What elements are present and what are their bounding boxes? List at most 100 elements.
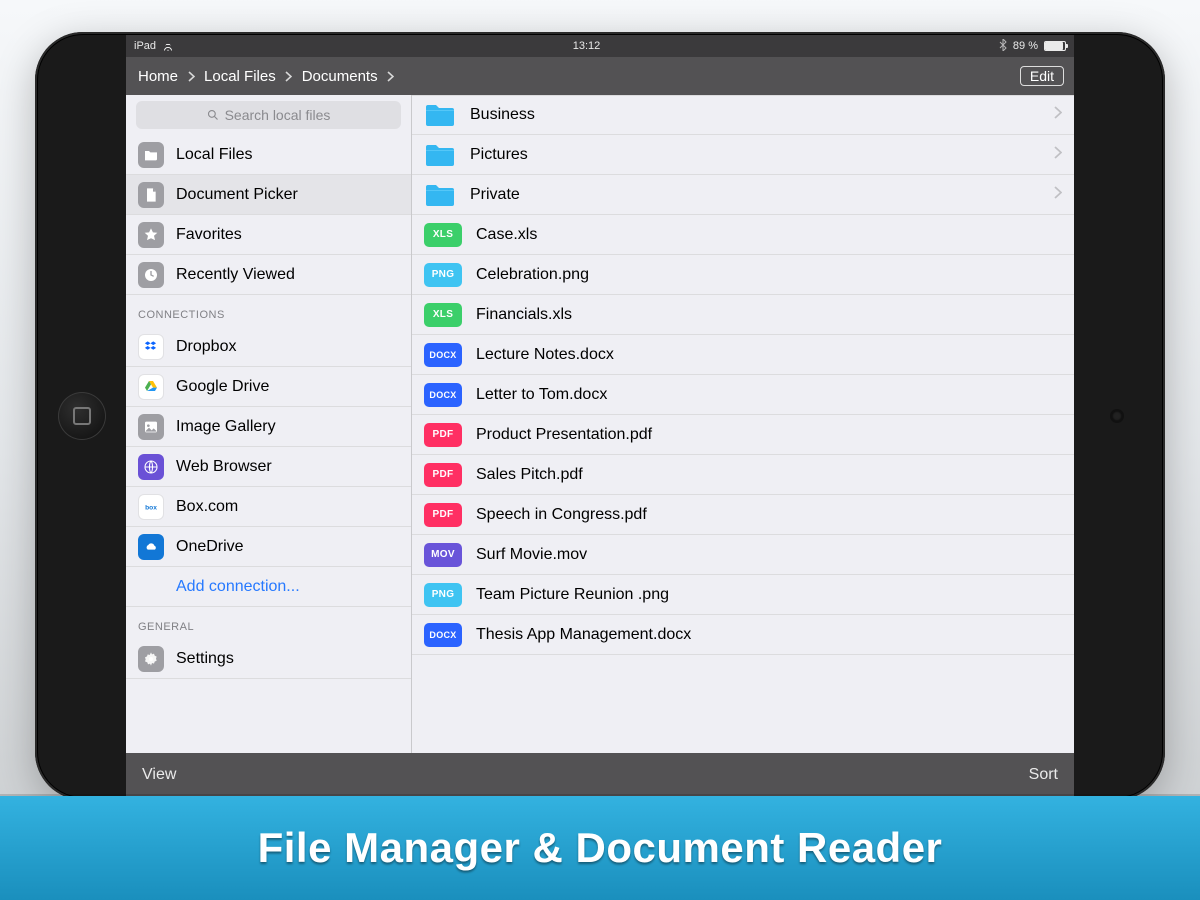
- file-row[interactable]: DOCX Letter to Tom.docx: [412, 375, 1074, 415]
- app-screen: iPad 13:12 89 % Home Local Files: [126, 35, 1074, 797]
- pdf-badge: PDF: [424, 503, 462, 527]
- file-row[interactable]: PDF Product Presentation.pdf: [412, 415, 1074, 455]
- file-name: Business: [470, 106, 535, 124]
- sort-button[interactable]: Sort: [1029, 766, 1058, 784]
- clock-icon: [138, 262, 164, 288]
- chevron-right-icon: [184, 69, 198, 83]
- view-button[interactable]: View: [142, 766, 176, 784]
- sidebar-item-settings[interactable]: Settings: [126, 639, 411, 679]
- pdf-badge: PDF: [424, 463, 462, 487]
- sidebar-item-recently-viewed[interactable]: Recently Viewed: [126, 255, 411, 295]
- sidebar-section-connections: CONNECTIONS: [126, 295, 411, 327]
- search-icon: [207, 109, 219, 121]
- spacer-icon: [138, 574, 164, 600]
- file-name: Surf Movie.mov: [476, 546, 587, 564]
- file-row[interactable]: Private: [412, 175, 1074, 215]
- sidebar-item-label: OneDrive: [176, 538, 244, 556]
- svg-text:box: box: [145, 504, 157, 511]
- sidebar-item-label: Box.com: [176, 498, 238, 516]
- onedrive-icon: [138, 534, 164, 560]
- promo-banner: File Manager & Document Reader: [0, 796, 1200, 900]
- file-name: Thesis App Management.docx: [476, 626, 691, 644]
- dropbox-icon: [138, 334, 164, 360]
- sidebar-item-document-picker[interactable]: Document Picker: [126, 175, 411, 215]
- file-row[interactable]: PDF Sales Pitch.pdf: [412, 455, 1074, 495]
- chevron-right-icon: [1054, 146, 1062, 164]
- docx-badge: DOCX: [424, 623, 462, 647]
- sidebar-section-general: GENERAL: [126, 607, 411, 639]
- file-row[interactable]: Pictures: [412, 135, 1074, 175]
- edit-button[interactable]: Edit: [1020, 66, 1064, 86]
- sidebar-item-label: Recently Viewed: [176, 266, 295, 284]
- chevron-right-icon: [282, 69, 296, 83]
- sidebar-item-label: Add connection...: [176, 578, 300, 596]
- gallery-icon: [138, 414, 164, 440]
- sidebar-item-onedrive[interactable]: OneDrive: [126, 527, 411, 567]
- chevron-right-icon: [1054, 106, 1062, 124]
- breadcrumb-item[interactable]: Home: [136, 68, 180, 85]
- file-row[interactable]: PNGTeam Picture Reunion .png: [412, 575, 1074, 615]
- sidebar-item-google-drive[interactable]: Google Drive: [126, 367, 411, 407]
- ipad-home-button[interactable]: [58, 392, 106, 440]
- navigation-bar: Home Local Files Documents Edit: [126, 57, 1074, 95]
- star-icon: [138, 222, 164, 248]
- breadcrumb-item[interactable]: Local Files: [202, 68, 278, 85]
- sidebar-item-local-files[interactable]: Local Files: [126, 135, 411, 175]
- sidebar-item-label: Settings: [176, 650, 234, 668]
- chevron-right-icon: [384, 69, 398, 83]
- png-badge: PNG: [424, 263, 462, 287]
- file-row[interactable]: MOVSurf Movie.mov: [412, 535, 1074, 575]
- ipad-camera: [1112, 411, 1122, 421]
- battery-icon: [1044, 41, 1066, 51]
- file-name: Product Presentation.pdf: [476, 426, 652, 444]
- document-icon: [138, 182, 164, 208]
- file-name: Financials.xls: [476, 306, 572, 324]
- status-bar: iPad 13:12 89 %: [126, 35, 1074, 57]
- sidebar-item-add-connection[interactable]: Add connection...: [126, 567, 411, 607]
- folder-icon: [424, 102, 456, 128]
- file-row[interactable]: PDF Speech in Congress.pdf: [412, 495, 1074, 535]
- file-row[interactable]: DOCXLecture Notes.docx: [412, 335, 1074, 375]
- file-row[interactable]: XLSCase.xls: [412, 215, 1074, 255]
- file-name: Pictures: [470, 146, 528, 164]
- sidebar-item-label: Google Drive: [176, 378, 269, 396]
- promo-title: File Manager & Document Reader: [258, 824, 943, 872]
- sidebar: Search local files Local Files Document …: [126, 95, 412, 753]
- sidebar-item-dropbox[interactable]: Dropbox: [126, 327, 411, 367]
- file-row[interactable]: XLS Financials.xls: [412, 295, 1074, 335]
- box-icon: box: [138, 494, 164, 520]
- sidebar-item-label: Image Gallery: [176, 418, 276, 436]
- sidebar-item-label: Local Files: [176, 146, 252, 164]
- folder-icon: [138, 142, 164, 168]
- png-badge: PNG: [424, 583, 462, 607]
- file-name: Lecture Notes.docx: [476, 346, 614, 364]
- sidebar-item-image-gallery[interactable]: Image Gallery: [126, 407, 411, 447]
- sidebar-item-favorites[interactable]: Favorites: [126, 215, 411, 255]
- chevron-right-icon: [1054, 186, 1062, 204]
- file-row[interactable]: PNG Celebration.png: [412, 255, 1074, 295]
- file-name: Speech in Congress.pdf: [476, 506, 647, 524]
- file-list: BusinessPicturesPrivateXLSCase.xlsPNGCel…: [412, 95, 1074, 753]
- bluetooth-icon: [999, 39, 1007, 54]
- sidebar-item-web-browser[interactable]: Web Browser: [126, 447, 411, 487]
- docx-badge: DOCX: [424, 383, 462, 407]
- file-name: Sales Pitch.pdf: [476, 466, 583, 484]
- file-row[interactable]: DOCX Thesis App Management.docx: [412, 615, 1074, 655]
- file-row[interactable]: Business: [412, 95, 1074, 135]
- breadcrumb-item[interactable]: Documents: [300, 68, 380, 85]
- breadcrumb: Home Local Files Documents: [136, 68, 1020, 85]
- clock: 13:12: [174, 40, 999, 52]
- file-name: Case.xls: [476, 226, 537, 244]
- xls-badge: XLS: [424, 303, 462, 327]
- ipad-frame: iPad 13:12 89 % Home Local Files: [35, 32, 1165, 800]
- folder-icon: [424, 182, 456, 208]
- pdf-badge: PDF: [424, 423, 462, 447]
- bottom-toolbar: View Sort: [126, 753, 1074, 797]
- search-input[interactable]: Search local files: [136, 101, 401, 129]
- file-name: Celebration.png: [476, 266, 589, 284]
- sidebar-item-label: Dropbox: [176, 338, 236, 356]
- sidebar-item-box[interactable]: box Box.com: [126, 487, 411, 527]
- globe-icon: [138, 454, 164, 480]
- file-name: Letter to Tom.docx: [476, 386, 607, 404]
- wifi-icon: [162, 42, 174, 51]
